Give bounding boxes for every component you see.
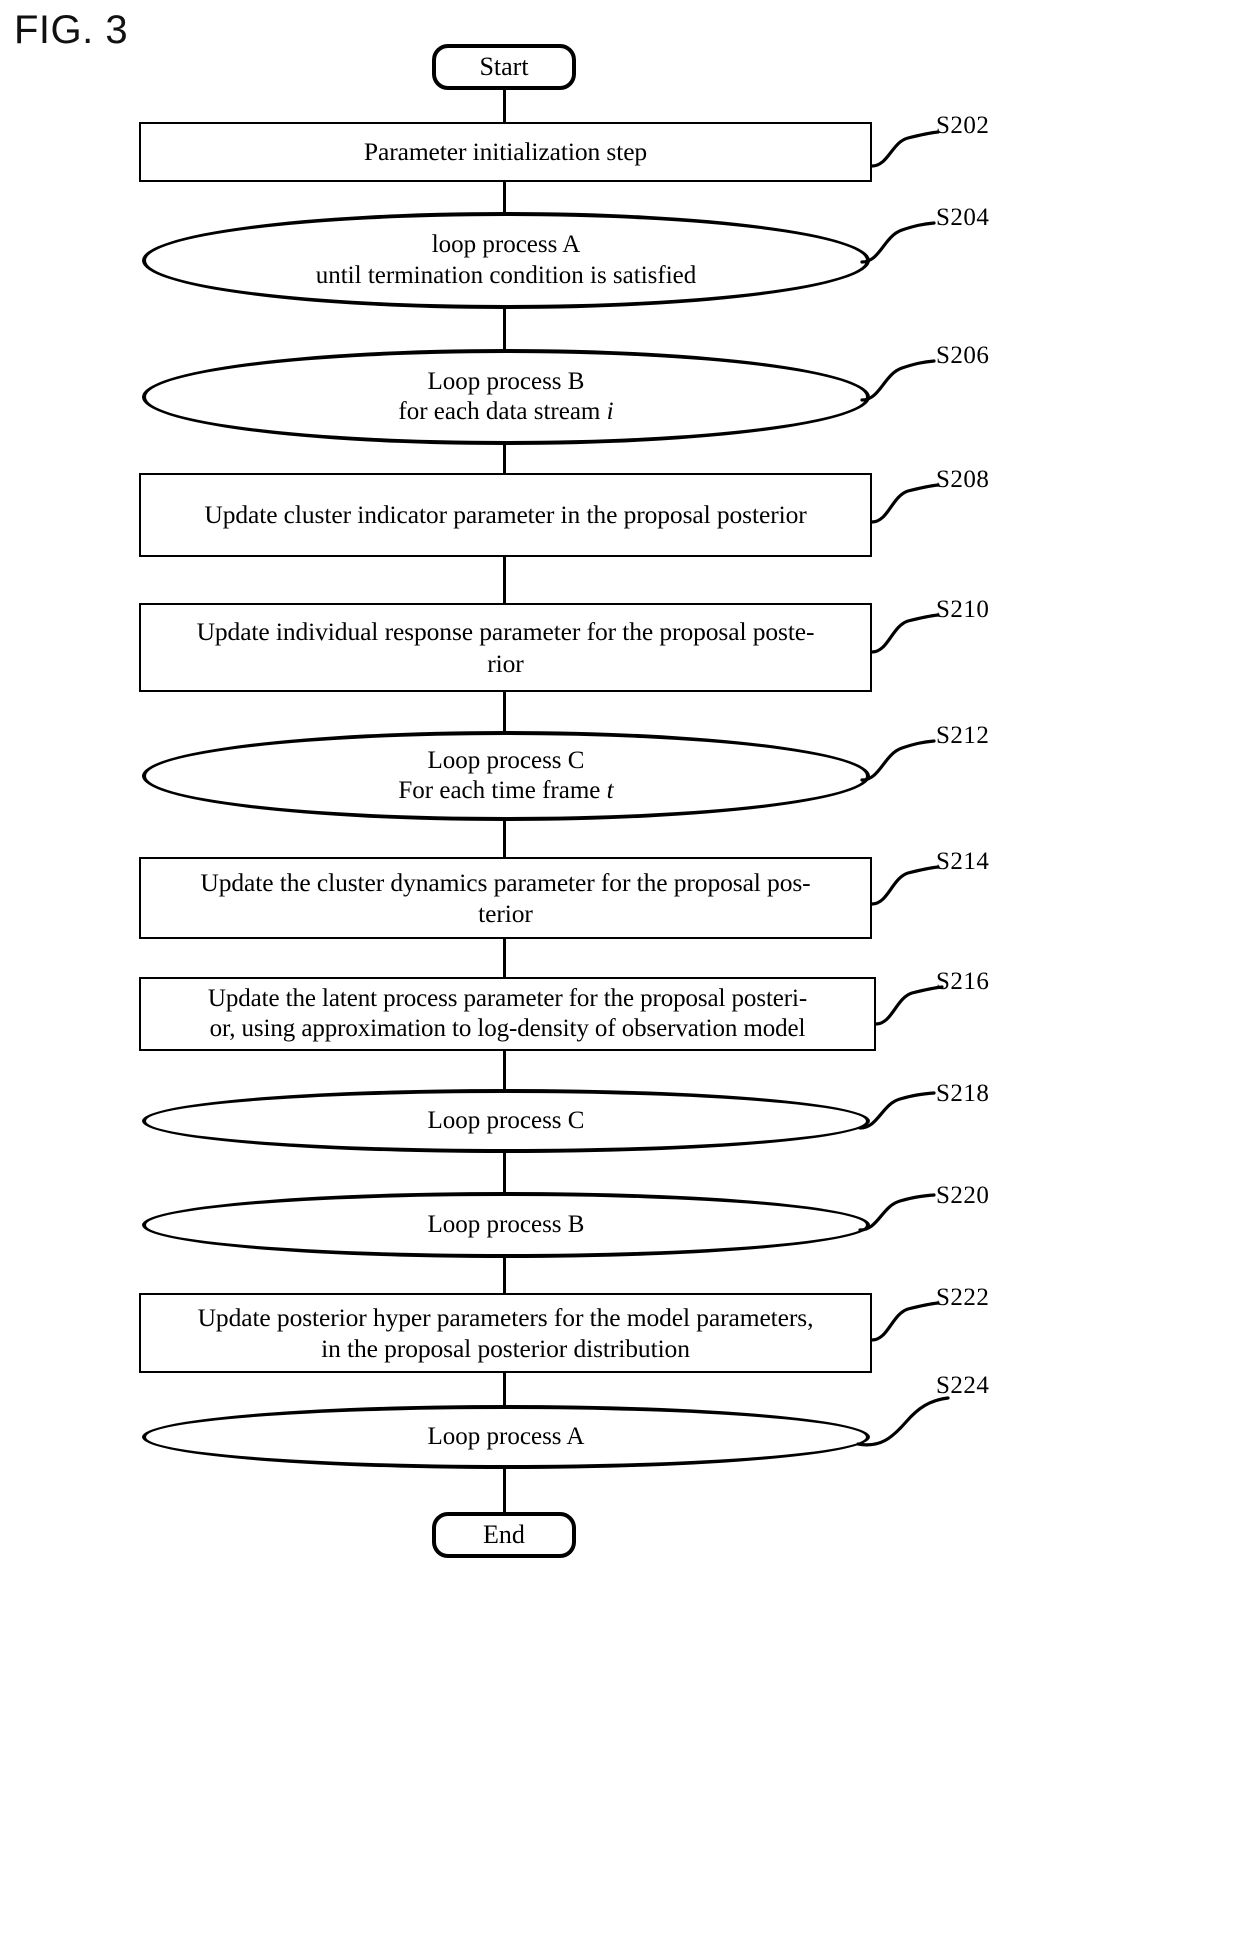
step-node-s214-label: Update the cluster dynamics parameter fo… bbox=[196, 867, 814, 929]
loop-node-s212-line2-prefix: For each time frame bbox=[398, 777, 607, 804]
step-node-s216-line1: Update the latent process parameter for … bbox=[207, 984, 808, 1012]
end-node-label: End bbox=[483, 1520, 525, 1550]
reference-label-s218: S218 bbox=[936, 1080, 990, 1107]
loop-node-s206-line2-variable: i bbox=[606, 398, 614, 425]
reference-label-s210: S210 bbox=[936, 596, 990, 623]
step-node-s222: Update posterior hyper parameters for th… bbox=[139, 1293, 872, 1373]
step-node-s222-line1: Update posterior hyper parameters for th… bbox=[197, 1302, 814, 1332]
connector-s212-to-s214 bbox=[503, 820, 506, 858]
step-node-s210: Update individual response parameter for… bbox=[139, 603, 872, 692]
connector-s206-to-s208 bbox=[503, 444, 506, 474]
loop-node-s218: Loop process C bbox=[142, 1089, 870, 1153]
step-node-s214: Update the cluster dynamics parameter fo… bbox=[139, 857, 872, 939]
connector-s218-to-s220 bbox=[503, 1152, 506, 1192]
loop-node-s204-line1: loop process A bbox=[431, 231, 581, 258]
step-node-s208-label: Update cluster indicator parameter in th… bbox=[204, 500, 807, 530]
reference-label-s224: S224 bbox=[936, 1372, 990, 1399]
step-node-s202: Parameter initialization step bbox=[139, 122, 872, 182]
start-node-label: Start bbox=[479, 52, 529, 82]
loop-node-s204-line2: until termination condition is satisfied bbox=[315, 261, 697, 289]
reference-label-s206: S206 bbox=[936, 342, 990, 369]
connector-s214-to-s216 bbox=[503, 938, 506, 978]
reference-label-s204: S204 bbox=[936, 204, 990, 231]
loop-node-s218-label: Loop process C bbox=[427, 1106, 585, 1134]
connector-s216-to-s218 bbox=[503, 1050, 506, 1090]
step-node-s214-line2: terior bbox=[478, 899, 533, 928]
reference-label-s202: S202 bbox=[936, 112, 990, 139]
loop-node-s212-line2-variable: t bbox=[606, 777, 614, 804]
loop-node-s212: Loop process C For each time frame t bbox=[142, 731, 870, 821]
start-node: Start bbox=[432, 44, 576, 90]
step-node-s222-line2: in the proposal posterior distribution bbox=[321, 1334, 690, 1363]
reference-label-s216: S216 bbox=[936, 968, 990, 995]
reference-label-s212: S212 bbox=[936, 722, 990, 749]
step-node-s214-line1: Update the cluster dynamics parameter fo… bbox=[200, 867, 811, 897]
step-node-s202-label: Parameter initialization step bbox=[363, 137, 648, 167]
step-node-s210-label: Update individual response parameter for… bbox=[193, 616, 819, 678]
step-node-s210-line1: Update individual response parameter for… bbox=[196, 617, 815, 647]
loop-node-s220: Loop process B bbox=[142, 1192, 870, 1258]
connector-s222-to-s224 bbox=[503, 1372, 506, 1406]
step-node-s216-line2: or, using approximation to log-density o… bbox=[209, 1015, 806, 1042]
end-node: End bbox=[432, 1512, 576, 1558]
connector-s224-to-end bbox=[503, 1468, 506, 1512]
reference-label-s208: S208 bbox=[936, 466, 990, 493]
reference-label-s222: S222 bbox=[936, 1284, 990, 1311]
reference-label-s220: S220 bbox=[936, 1182, 990, 1209]
loop-node-s212-label: Loop process C For each time frame t bbox=[394, 746, 617, 807]
connector-s220-to-s222 bbox=[503, 1258, 506, 1294]
loop-node-s206-line1: Loop process B bbox=[427, 367, 585, 395]
loop-node-s204-label: loop process A until termination conditio… bbox=[312, 230, 701, 291]
connector-s210-to-s212 bbox=[503, 692, 506, 732]
step-node-s210-line2: rior bbox=[487, 648, 524, 678]
loop-node-s206-line2-prefix: for each data stream bbox=[398, 398, 607, 425]
loop-node-s206-label: Loop process B for each data stream i bbox=[394, 367, 617, 428]
step-node-s216: Update the latent process parameter for … bbox=[139, 977, 876, 1051]
loop-node-s224-label: Loop process A bbox=[427, 1422, 585, 1450]
connector-s208-to-s210 bbox=[503, 556, 506, 604]
reference-label-s214: S214 bbox=[936, 848, 990, 875]
loop-node-s212-line1: Loop process C bbox=[427, 746, 585, 774]
loop-node-s204: loop process A until termination conditio… bbox=[142, 212, 870, 309]
loop-node-s224: Loop process A bbox=[142, 1405, 870, 1469]
figure-label: FIG. 3 bbox=[14, 8, 129, 52]
figure-page: FIG. 3 Start Parameter initialization st… bbox=[0, 0, 1240, 1949]
step-node-s216-label: Update the latent process parameter for … bbox=[204, 984, 811, 1045]
loop-node-s206: Loop process B for each data stream i bbox=[142, 349, 870, 445]
leader-line-s224 bbox=[856, 1396, 950, 1447]
connector-s204-to-s206 bbox=[503, 308, 506, 350]
connector-s202-to-s204 bbox=[503, 181, 506, 213]
loop-node-s220-label: Loop process B bbox=[427, 1210, 585, 1238]
step-node-s208: Update cluster indicator parameter in th… bbox=[139, 473, 872, 557]
connector-start-to-s202 bbox=[503, 88, 506, 124]
step-node-s222-label: Update posterior hyper parameters for th… bbox=[194, 1302, 818, 1364]
